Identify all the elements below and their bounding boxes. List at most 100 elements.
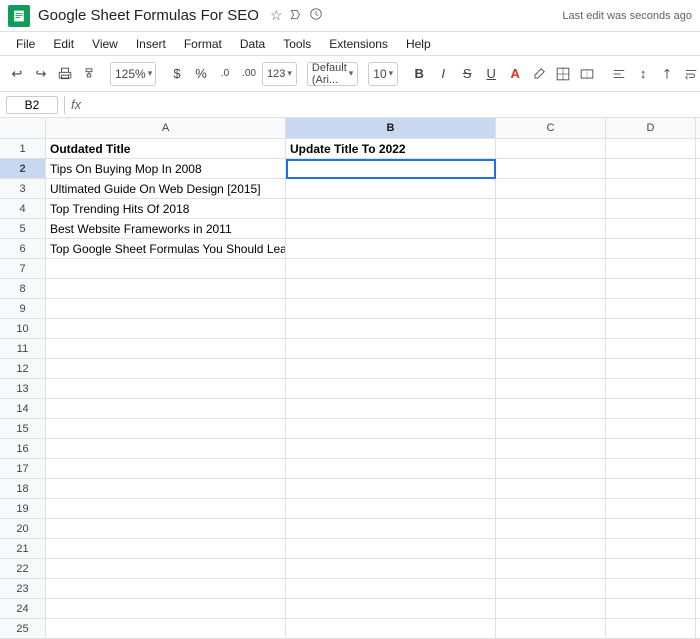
row-number[interactable]: 19 <box>0 499 46 519</box>
list-item[interactable] <box>606 299 696 319</box>
list-item[interactable] <box>496 539 606 559</box>
col-header-c[interactable]: C <box>496 118 606 138</box>
list-item[interactable] <box>496 179 606 199</box>
undo-button[interactable]: ↩ <box>6 61 28 87</box>
list-item[interactable] <box>696 439 700 459</box>
list-item[interactable] <box>606 139 696 159</box>
list-item[interactable] <box>606 539 696 559</box>
list-item[interactable] <box>496 139 606 159</box>
halign-button[interactable] <box>608 61 630 87</box>
list-item[interactable] <box>46 499 286 519</box>
list-item[interactable] <box>496 219 606 239</box>
list-item[interactable] <box>696 499 700 519</box>
list-item[interactable] <box>606 199 696 219</box>
menu-insert[interactable]: Insert <box>128 35 174 53</box>
list-item[interactable] <box>496 519 606 539</box>
list-item[interactable] <box>606 239 696 259</box>
list-item[interactable] <box>46 519 286 539</box>
col-header-e[interactable]: E <box>696 118 700 138</box>
list-item[interactable] <box>696 199 700 219</box>
row-number[interactable]: 23 <box>0 579 46 599</box>
text-rotate-button[interactable] <box>656 61 678 87</box>
list-item[interactable] <box>496 259 606 279</box>
list-item[interactable] <box>496 279 606 299</box>
row-number[interactable]: 15 <box>0 419 46 439</box>
list-item[interactable] <box>286 459 496 479</box>
list-item[interactable] <box>286 479 496 499</box>
list-item[interactable] <box>286 379 496 399</box>
row-number[interactable]: 6 <box>0 239 46 259</box>
list-item[interactable] <box>286 619 496 639</box>
list-item[interactable] <box>46 299 286 319</box>
row-number[interactable]: 24 <box>0 599 46 619</box>
list-item[interactable] <box>496 319 606 339</box>
list-item[interactable] <box>606 419 696 439</box>
list-item[interactable] <box>696 319 700 339</box>
dec-decimals-button[interactable]: .0 <box>214 61 236 87</box>
list-item[interactable] <box>496 499 606 519</box>
list-item[interactable] <box>696 359 700 379</box>
list-item[interactable] <box>46 479 286 499</box>
list-item[interactable] <box>286 279 496 299</box>
row-number[interactable]: 8 <box>0 279 46 299</box>
row-number[interactable]: 5 <box>0 219 46 239</box>
list-item[interactable] <box>46 359 286 379</box>
list-item[interactable] <box>286 419 496 439</box>
italic-button[interactable]: I <box>432 61 454 87</box>
font-size-dropdown[interactable]: 10 ▾ <box>368 62 398 86</box>
list-item[interactable] <box>696 599 700 619</box>
row-number[interactable]: 3 <box>0 179 46 199</box>
list-item[interactable] <box>46 539 286 559</box>
list-item[interactable] <box>696 379 700 399</box>
list-item[interactable] <box>46 339 286 359</box>
merge-button[interactable] <box>576 61 598 87</box>
menu-tools[interactable]: Tools <box>275 35 319 53</box>
paint-format-button[interactable] <box>78 61 100 87</box>
strikethrough-button[interactable]: S <box>456 61 478 87</box>
list-item[interactable] <box>286 519 496 539</box>
list-item[interactable] <box>496 599 606 619</box>
list-item[interactable] <box>46 279 286 299</box>
list-item[interactable] <box>46 619 286 639</box>
underline-button[interactable]: U <box>480 61 502 87</box>
row-number[interactable]: 11 <box>0 339 46 359</box>
menu-view[interactable]: View <box>84 35 126 53</box>
list-item[interactable] <box>46 319 286 339</box>
list-item[interactable] <box>46 379 286 399</box>
list-item[interactable] <box>286 439 496 459</box>
fill-color-button[interactable] <box>528 61 550 87</box>
row-number[interactable]: 7 <box>0 259 46 279</box>
list-item[interactable] <box>606 179 696 199</box>
list-item[interactable] <box>696 539 700 559</box>
row-number[interactable]: 18 <box>0 479 46 499</box>
list-item[interactable] <box>696 239 700 259</box>
bold-button[interactable]: B <box>408 61 430 87</box>
list-item[interactable]: Best Website Frameworks in 2011 <box>46 219 286 239</box>
list-item[interactable] <box>696 179 700 199</box>
list-item[interactable] <box>606 279 696 299</box>
row-number[interactable]: 13 <box>0 379 46 399</box>
row-number[interactable]: 10 <box>0 319 46 339</box>
currency-button[interactable]: $ <box>166 61 188 87</box>
list-item[interactable]: Tips On Buying Mop In 2008 <box>46 159 286 179</box>
list-item[interactable] <box>696 419 700 439</box>
list-item[interactable] <box>496 379 606 399</box>
zoom-dropdown[interactable]: 125% ▾ <box>110 62 156 86</box>
list-item[interactable] <box>286 339 496 359</box>
list-item[interactable] <box>286 539 496 559</box>
col-header-b[interactable]: B <box>286 118 496 138</box>
list-item[interactable] <box>606 479 696 499</box>
list-item[interactable] <box>696 559 700 579</box>
list-item[interactable] <box>496 579 606 599</box>
menu-file[interactable]: File <box>8 35 43 53</box>
menu-help[interactable]: Help <box>398 35 439 53</box>
list-item[interactable] <box>286 399 496 419</box>
list-item[interactable] <box>696 579 700 599</box>
list-item[interactable] <box>696 259 700 279</box>
list-item[interactable] <box>606 439 696 459</box>
list-item[interactable] <box>606 219 696 239</box>
row-number[interactable]: 2 <box>0 159 46 179</box>
list-item[interactable]: Outdated Title <box>46 139 286 159</box>
list-item[interactable] <box>496 299 606 319</box>
font-color-button[interactable]: A <box>504 61 526 87</box>
